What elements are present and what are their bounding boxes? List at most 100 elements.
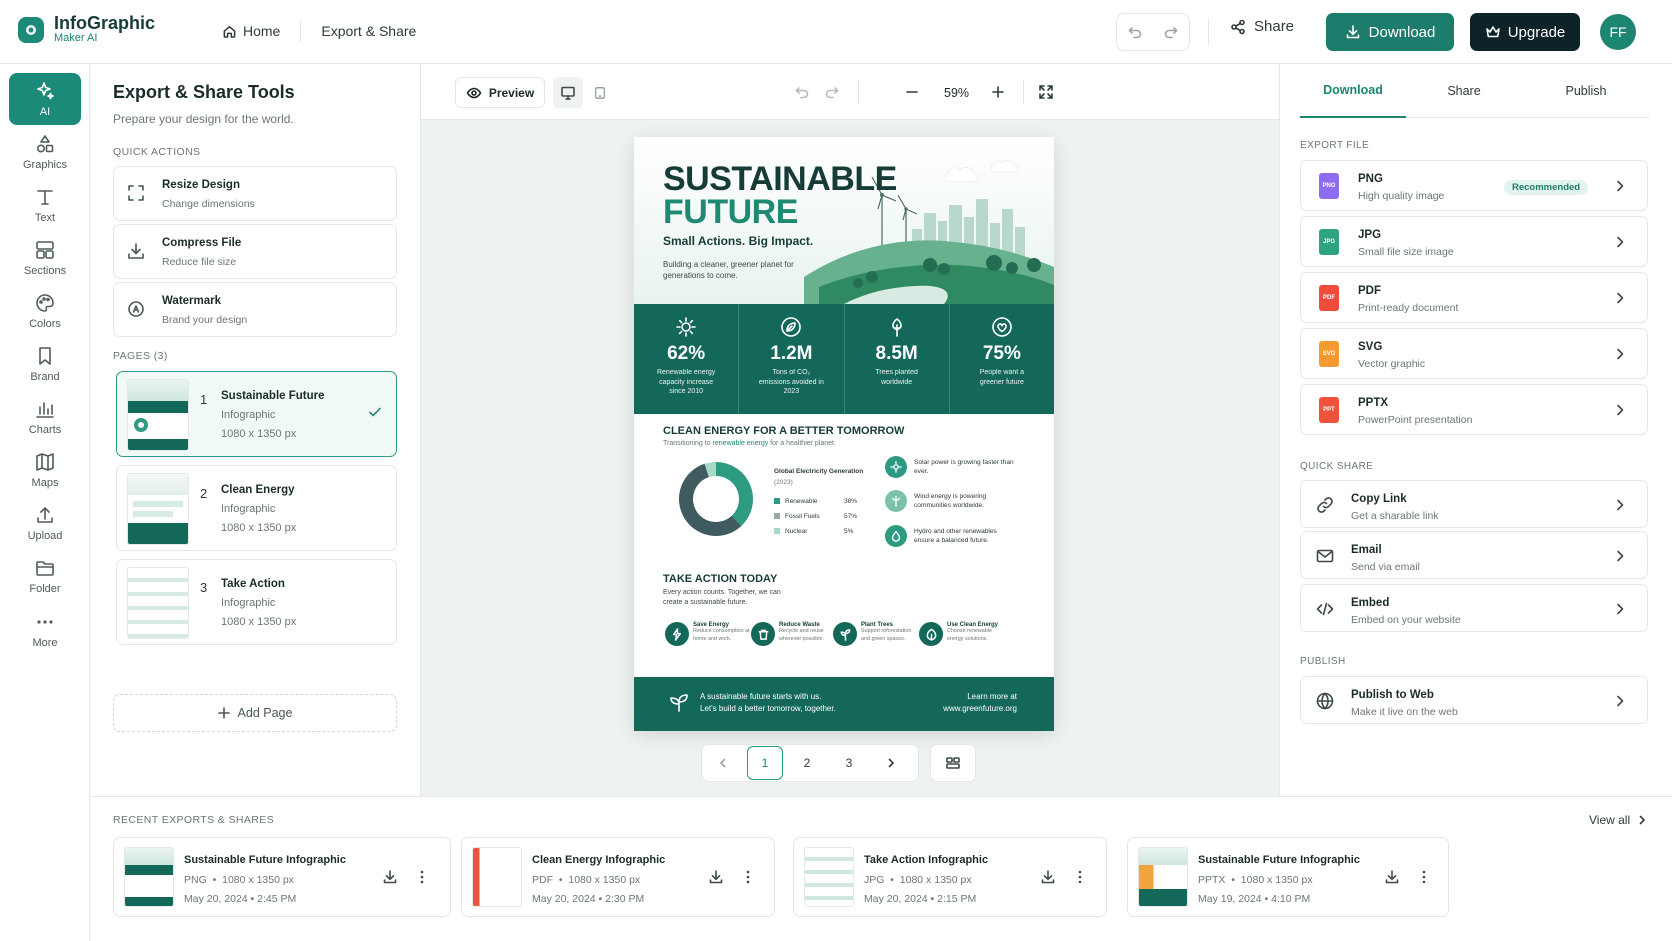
energy-sub-text-1: Transitioning to — [663, 440, 711, 447]
app-logo[interactable]: InfoGraphic Maker AI — [18, 14, 155, 45]
upgrade-button[interactable]: Upgrade — [1470, 13, 1580, 51]
export-pptx-row[interactable]: PPT PPTX PowerPoint presentation — [1300, 384, 1648, 435]
rail-item-maps[interactable]: Maps — [9, 444, 81, 496]
home-icon — [223, 25, 236, 38]
fact-text: Solar power is growing faster than ever. — [914, 459, 1014, 475]
action-title: Resize Design — [162, 179, 240, 191]
chevron-right-icon — [888, 758, 894, 768]
nav-current[interactable]: Export & Share — [321, 21, 416, 41]
stat-value: 8.5M — [875, 343, 918, 364]
rail-item-charts[interactable]: Charts — [9, 391, 81, 443]
page-item-2[interactable]: 2 Clean Energy Infographic 1080 x 1350 p… — [116, 465, 397, 551]
page-button-2[interactable]: 2 — [786, 745, 828, 781]
rail-label: Charts — [28, 424, 62, 436]
publish-web-row[interactable]: Publish to Web Make it live on the web — [1300, 676, 1648, 724]
rail-item-graphics[interactable]: Graphics — [9, 126, 81, 178]
export-meta: PDF • 1080 x 1350 px — [532, 874, 641, 886]
kebab-menu-icon[interactable] — [1416, 869, 1432, 885]
copy-link-row[interactable]: Copy Link Get a sharable link — [1300, 480, 1648, 528]
page-item-3[interactable]: 3 Take Action Infographic 1080 x 1350 px — [116, 559, 397, 645]
poster-title-line-2: FUTURE — [663, 193, 798, 231]
page-button-3[interactable]: 3 — [828, 745, 870, 781]
sun-icon — [890, 461, 902, 473]
quick-actions-label: QUICK ACTIONS — [113, 146, 201, 158]
grid-icon — [946, 757, 960, 769]
tab-download[interactable]: Download — [1300, 64, 1406, 118]
grid-view-button[interactable] — [930, 744, 976, 782]
embed-row[interactable]: Embed Embed on your website — [1300, 584, 1648, 632]
kebab-menu-icon[interactable] — [1072, 869, 1088, 885]
avatar[interactable]: FF — [1600, 14, 1636, 50]
more-icon — [37, 620, 53, 624]
page-thumbnail — [127, 567, 189, 639]
export-panel: Download Share Publish EXPORT FILE PNG P… — [1279, 64, 1672, 796]
resize-design-action[interactable]: Resize Design Change dimensions — [113, 166, 397, 221]
export-jpg-row[interactable]: JPG JPG Small file size image — [1300, 216, 1648, 267]
rail-item-text[interactable]: Text — [9, 179, 81, 231]
action-item: Plant Trees Support reforestation and gre… — [833, 622, 919, 646]
page-title: Sustainable Future — [221, 390, 325, 402]
tab-publish[interactable]: Publish — [1522, 64, 1650, 118]
sparkle-icon — [37, 82, 54, 100]
download-button[interactable]: Download — [1326, 13, 1454, 51]
recent-export-item[interactable]: Clean Energy Infographic PDF • 1080 x 13… — [461, 837, 775, 917]
kebab-menu-icon[interactable] — [740, 869, 756, 885]
page-size: 1080 x 1350 px — [221, 522, 297, 534]
nav-home[interactable]: Home — [222, 21, 280, 41]
add-page-button[interactable]: Add Page — [113, 694, 397, 732]
donut-slice-renewable — [715, 462, 753, 526]
rail-label: Upload — [27, 530, 63, 542]
zoom-level[interactable]: 59% — [944, 86, 969, 100]
recent-export-item[interactable]: Sustainable Future Infographic PNG • 108… — [113, 837, 451, 917]
download-icon[interactable] — [382, 869, 398, 885]
export-title: Sustainable Future Infographic — [1198, 854, 1360, 866]
export-format: JPG — [864, 874, 885, 886]
toolbar-divider — [1208, 18, 1209, 46]
email-row[interactable]: Email Send via email — [1300, 531, 1648, 579]
zoom-in-icon[interactable] — [990, 84, 1006, 100]
rail-item-ai[interactable]: AI — [9, 73, 81, 125]
rail-item-colors[interactable]: Colors — [9, 285, 81, 337]
page-button-1[interactable]: 1 — [747, 746, 783, 780]
heart-icon — [992, 317, 1012, 337]
tab-share[interactable]: Share — [1406, 64, 1522, 118]
desktop-view-button[interactable] — [553, 77, 583, 108]
download-icon[interactable] — [708, 869, 724, 885]
infographic-canvas[interactable]: SUSTAINABLE FUTURE Small Actions. Big Imp… — [634, 137, 1054, 731]
legend-item: Nuclear — [774, 528, 807, 535]
download-icon[interactable] — [1384, 869, 1400, 885]
mobile-view-button[interactable] — [585, 77, 615, 108]
rail-item-sections[interactable]: Sections — [9, 232, 81, 284]
zoom-out-icon[interactable] — [904, 84, 920, 100]
recent-export-item[interactable]: Sustainable Future Infographic PPTX • 10… — [1127, 837, 1449, 917]
next-page-button[interactable] — [870, 745, 912, 781]
export-svg-row[interactable]: SVG SVG Vector graphic — [1300, 328, 1648, 379]
kebab-menu-icon[interactable] — [414, 869, 430, 885]
legend-swatch — [774, 498, 780, 505]
rail-item-brand[interactable]: Brand — [9, 338, 81, 390]
rail-item-folder[interactable]: Folder — [9, 550, 81, 602]
undo-icon[interactable] — [1127, 24, 1143, 40]
footer-url[interactable]: www.greenfuture.org — [943, 704, 1017, 713]
view-all-link[interactable]: View all — [1589, 813, 1648, 827]
rail-item-upload[interactable]: Upload — [9, 497, 81, 549]
mail-icon — [1316, 549, 1334, 563]
fullscreen-icon[interactable] — [1038, 84, 1054, 100]
watermark-action[interactable]: Watermark Brand your design — [113, 282, 397, 337]
page-item-1[interactable]: 1 Sustainable Future Infographic 1080 x … — [116, 371, 397, 457]
share-button[interactable]: Share — [1230, 18, 1294, 35]
rail-item-more[interactable]: More — [9, 604, 81, 656]
redo-icon[interactable] — [824, 84, 840, 100]
compress-file-action[interactable]: Compress File Reduce file size — [113, 224, 397, 279]
recent-export-item[interactable]: Take Action Infographic JPG • 1080 x 135… — [793, 837, 1107, 917]
redo-icon[interactable] — [1163, 24, 1179, 40]
export-pdf-row[interactable]: PDF PDF Print-ready document — [1300, 272, 1648, 323]
preview-button[interactable]: Preview — [455, 77, 545, 108]
undo-icon[interactable] — [794, 84, 810, 100]
stat-label: Tons of CO₂ emissions avoided in 2023 — [758, 369, 824, 395]
export-png-row[interactable]: PNG PNG High quality image Recommended — [1300, 160, 1648, 211]
download-icon[interactable] — [1040, 869, 1056, 885]
upload-icon — [37, 507, 53, 523]
prev-page-button[interactable] — [702, 745, 744, 781]
palette-icon — [36, 294, 54, 312]
